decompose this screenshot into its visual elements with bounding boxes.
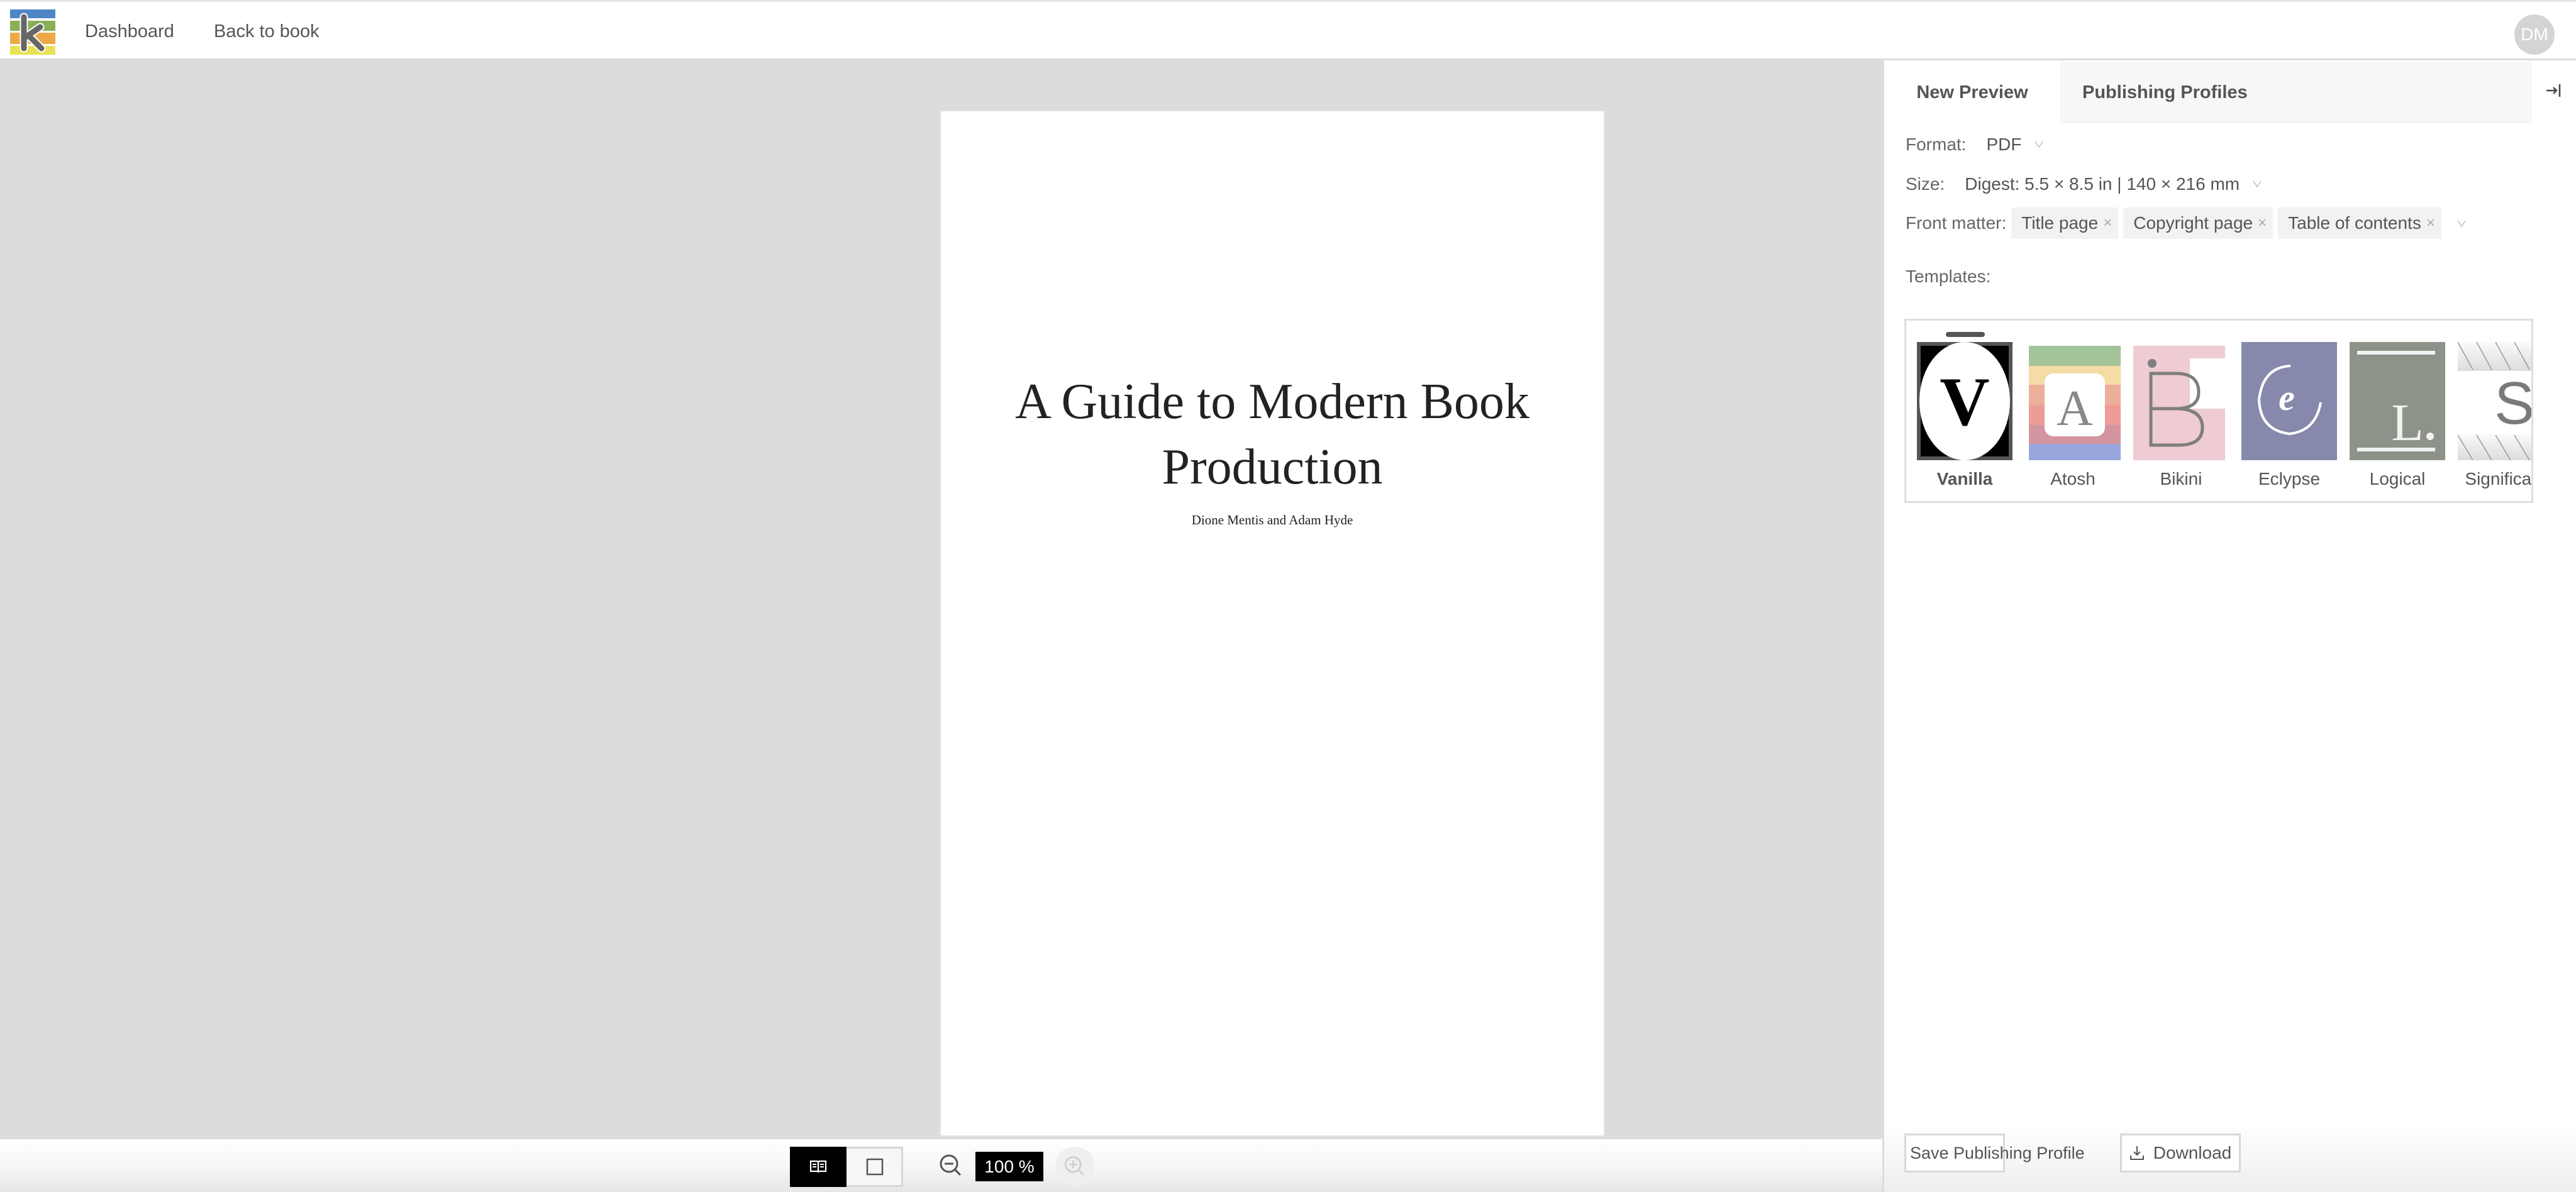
front-matter-tag: Table of contents × bbox=[2278, 207, 2441, 239]
tag-label: Table of contents bbox=[2288, 213, 2421, 233]
format-value: PDF bbox=[1986, 135, 2022, 154]
front-matter-tag: Copyright page × bbox=[2123, 207, 2273, 239]
front-matter-row: Front matter: Title page × Copyright pag… bbox=[1906, 207, 2468, 240]
download-label: Download bbox=[2153, 1143, 2232, 1162]
book-title: A Guide to Modern Book Production bbox=[1015, 374, 1530, 495]
book-authors: Dione Mentis and Adam Hyde bbox=[1191, 512, 1353, 527]
template-name: Atosh bbox=[2050, 469, 2096, 488]
template-name: Logical bbox=[2369, 469, 2426, 488]
front-matter-label: Front matter: bbox=[1906, 213, 2007, 233]
single-page-view-button[interactable] bbox=[847, 1147, 903, 1187]
download-icon bbox=[2129, 1146, 2144, 1160]
app-logo[interactable] bbox=[10, 9, 55, 55]
size-label: Size: bbox=[1906, 174, 1945, 194]
app-header: Dashboard Back to book DM bbox=[0, 0, 2576, 60]
front-matter-dropdown-chevron-icon[interactable] bbox=[2455, 217, 2468, 229]
tab-publishing-profiles[interactable]: Publishing Profiles bbox=[2060, 62, 2532, 123]
view-mode-toggle bbox=[790, 1147, 903, 1187]
chevron-down-icon bbox=[2253, 180, 2262, 188]
logical-l-icon: L bbox=[2350, 342, 2445, 460]
chevron-down-icon bbox=[2035, 141, 2043, 148]
size-select[interactable]: Digest: 5.5 × 8.5 in | 140 × 216 mm bbox=[1965, 174, 2263, 194]
open-book-icon bbox=[809, 1160, 827, 1173]
zoom-out-icon bbox=[940, 1154, 961, 1176]
atosh-a-icon: A bbox=[2029, 346, 2121, 460]
tag-label: Copyright page bbox=[2133, 213, 2253, 233]
zoom-in-button[interactable] bbox=[1055, 1147, 1094, 1186]
download-button[interactable]: Download bbox=[2120, 1134, 2241, 1173]
template-thumbnail: S bbox=[2458, 342, 2533, 460]
book-page-preview: A Guide to Modern Book Production Dione … bbox=[940, 110, 1605, 1137]
zoom-level-display: 100 % bbox=[975, 1152, 1043, 1181]
template-name: Vanilla bbox=[1936, 469, 1993, 488]
user-avatar[interactable]: DM bbox=[2514, 14, 2555, 55]
ketida-logo-icon bbox=[10, 9, 55, 55]
format-row: Format: PDF bbox=[1906, 131, 2045, 158]
template-thumbnail bbox=[2133, 342, 2229, 460]
format-select[interactable]: PDF bbox=[1986, 135, 2045, 155]
eclypse-e-icon: e bbox=[2241, 342, 2337, 460]
vanilla-v-icon: V bbox=[1919, 342, 2010, 460]
selected-indicator bbox=[1946, 332, 1985, 337]
preview-area: A Guide to Modern Book Production Dione … bbox=[0, 60, 1884, 1139]
collapse-sidebar-button[interactable] bbox=[2542, 79, 2565, 102]
save-publishing-profile-button[interactable]: Save Publishing Profile bbox=[1904, 1134, 2085, 1173]
nav-dashboard-link[interactable]: Dashboard bbox=[85, 21, 174, 42]
bikini-b-icon bbox=[2133, 346, 2225, 460]
size-value: Digest: 5.5 × 8.5 in | 140 × 216 mm bbox=[1965, 174, 2240, 194]
template-thumbnail: A bbox=[2025, 342, 2121, 460]
remove-tag-icon[interactable]: × bbox=[2426, 214, 2435, 232]
collapse-right-icon bbox=[2546, 84, 2561, 97]
remove-tag-icon[interactable]: × bbox=[2103, 214, 2112, 232]
tag-label: Title page bbox=[2021, 213, 2099, 233]
remove-tag-icon[interactable]: × bbox=[2258, 214, 2267, 232]
zoom-in-icon bbox=[1065, 1156, 1084, 1176]
front-matter-tag: Title page × bbox=[2011, 207, 2119, 239]
svg-text:A: A bbox=[2057, 381, 2093, 436]
single-page-icon bbox=[866, 1158, 884, 1176]
templates-label: Templates: bbox=[1906, 267, 1991, 286]
templates-carousel[interactable]: V Vanilla A Atosh Bikini e Eclypse L Log… bbox=[1904, 319, 2533, 503]
svg-text:e: e bbox=[2279, 377, 2295, 418]
template-thumbnail: L bbox=[2350, 342, 2445, 460]
format-label: Format: bbox=[1906, 135, 1967, 154]
svg-text:V: V bbox=[1940, 363, 1989, 440]
size-row: Size: Digest: 5.5 × 8.5 in | 140 × 216 m… bbox=[1906, 170, 2263, 198]
template-name: Eclypse bbox=[2258, 469, 2321, 488]
template-thumbnail: e bbox=[2241, 342, 2337, 460]
tab-new-preview[interactable]: New Preview bbox=[1884, 62, 2060, 123]
export-sidebar: New Preview Publishing Profiles Format: … bbox=[1882, 60, 2576, 1192]
significant-s-icon: S bbox=[2458, 342, 2533, 460]
template-name: Bikini bbox=[2160, 469, 2202, 488]
zoom-out-button[interactable] bbox=[937, 1152, 965, 1179]
templates-row: Templates: bbox=[1906, 263, 1990, 290]
svg-text:L: L bbox=[2391, 394, 2423, 452]
svg-text:S: S bbox=[2494, 370, 2533, 437]
template-name: Significant bbox=[2465, 469, 2532, 488]
sidebar-tabs: New Preview Publishing Profiles bbox=[1884, 62, 2532, 123]
preview-toolbar: 100 % bbox=[0, 1139, 1884, 1192]
nav-back-to-book-link[interactable]: Back to book bbox=[214, 21, 319, 42]
template-thumbnail: V bbox=[1917, 342, 2012, 460]
spread-view-button[interactable] bbox=[790, 1147, 847, 1187]
